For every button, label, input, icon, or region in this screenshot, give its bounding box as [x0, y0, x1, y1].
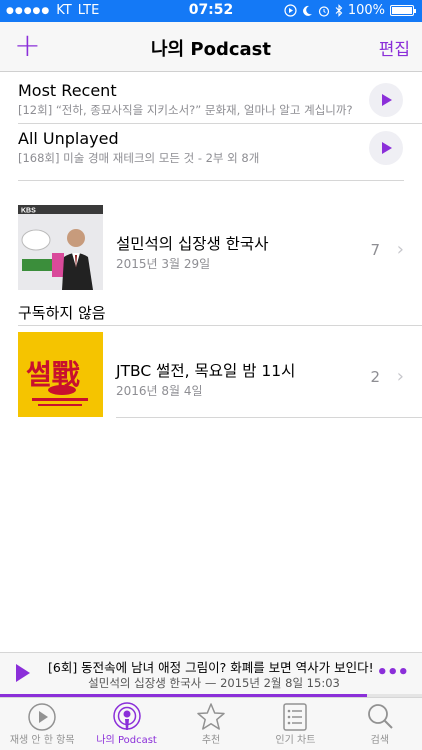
tab-label: 인기 차트 — [275, 735, 316, 746]
podcast-row[interactable]: KBS 설민석의 십장생 한국사 2015년 3월 29일 7 › — [0, 205, 422, 291]
status-right: 100% — [284, 3, 416, 18]
tab-label: 나의 Podcast — [96, 735, 157, 746]
playlist-all-unplayed[interactable]: All Unplayed [168회] 미술 경매 재테크의 모든 것 - 2부… — [18, 123, 422, 171]
edit-button[interactable]: 편집 — [379, 35, 410, 60]
navigation-bar: + 나의 Podcast 편집 — [0, 22, 422, 72]
moon-icon — [302, 5, 312, 16]
tab-top-charts[interactable]: 인기 차트 — [253, 698, 337, 750]
battery-percent: 100% — [347, 3, 385, 18]
play-indicator-icon — [284, 4, 297, 17]
playlist-name: Most Recent — [18, 81, 117, 100]
section-header-unsubscribed: 구독하지 않음 — [18, 304, 106, 322]
podcast-date: 2015년 3월 29일 — [116, 257, 211, 271]
podcast-artwork: 썰戰 — [18, 332, 103, 417]
tab-bar: 재생 안 한 항목 나의 Podcast 추천 인기 차트 검색 — [0, 697, 422, 750]
divider — [116, 417, 422, 418]
tab-label: 재생 안 한 항목 — [9, 735, 75, 746]
battery-fill — [392, 7, 412, 14]
search-icon — [367, 704, 393, 729]
section-divider — [18, 180, 404, 181]
now-playing-meta: 설민석의 십장생 한국사 — 2015년 2월 8일 15:03 — [88, 676, 340, 690]
tab-label: 추천 — [201, 735, 221, 746]
tab-unplayed[interactable]: 재생 안 한 항목 — [0, 698, 84, 750]
page-title: 나의 Podcast — [151, 39, 271, 60]
podcast-title: 설민석의 십장생 한국사 — [116, 235, 269, 253]
episode-count: 7 — [370, 241, 380, 259]
playlist-subtitle: [168회] 미술 경매 재테크의 모든 것 - 2부 외 8개 — [18, 151, 260, 165]
play-circle-icon — [28, 703, 56, 731]
bluetooth-icon — [335, 4, 343, 17]
list-icon — [283, 703, 308, 731]
art-kbs-text: KBS — [21, 208, 36, 215]
mini-player-play-button[interactable] — [16, 664, 30, 682]
tab-search[interactable]: 검색 — [338, 698, 422, 750]
chevron-right-icon: › — [396, 366, 404, 387]
divider — [18, 325, 422, 326]
playlist-subtitle: [12회] “전하, 종묘사직을 지키소서?” 문화재, 얼마나 알고 계십니까… — [18, 103, 353, 117]
podcast-date: 2016년 8월 4일 — [116, 384, 203, 398]
podcast-artwork: KBS — [18, 205, 103, 290]
chevron-right-icon: › — [396, 239, 404, 260]
tab-featured[interactable]: 추천 — [169, 698, 253, 750]
alarm-icon — [318, 5, 329, 17]
podcast-title: JTBC 썰전, 목요일 밤 11시 — [116, 362, 296, 380]
podcast-icon — [112, 702, 141, 730]
battery-icon — [390, 5, 416, 16]
play-playlist-button[interactable] — [369, 83, 403, 117]
more-options-button[interactable]: ••• — [376, 662, 409, 683]
tab-label: 검색 — [370, 735, 390, 746]
tab-my-podcast[interactable]: 나의 Podcast — [84, 698, 168, 750]
podcast-row[interactable]: 썰戰 JTBC 썰전, 목요일 밤 11시 2016년 8월 4일 2 › — [0, 332, 422, 418]
playlist-name: All Unplayed — [18, 129, 119, 148]
play-playlist-button[interactable] — [369, 131, 403, 165]
status-bar: ●●●●● KT LTE 07:52 100% — [0, 0, 422, 22]
episode-count: 2 — [370, 368, 380, 386]
star-icon — [197, 703, 225, 730]
now-playing-episode: [6회] 동전속에 남녀 애정 그림이? 화폐를 보면 역사가 보인다! — [48, 660, 374, 675]
playlist-most-recent[interactable]: Most Recent [12회] “전하, 종묘사직을 지키소서?” 문화재,… — [18, 75, 422, 123]
art-logo-text: 썰戰 — [26, 358, 80, 391]
mini-player[interactable]: [6회] 동전속에 남녀 애정 그림이? 화폐를 보면 역사가 보인다! 설민석… — [0, 652, 422, 697]
